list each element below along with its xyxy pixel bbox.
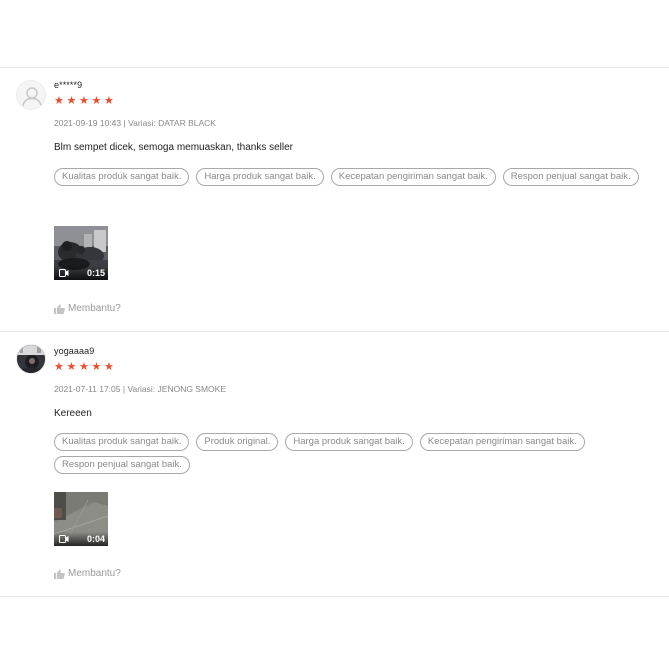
- variation-value: DATAR BLACK: [158, 118, 216, 128]
- review-tag: Harga produk sangat baik.: [285, 433, 413, 451]
- review-tag: Kecepatan pengiriman sangat baik.: [419, 433, 585, 451]
- star-icon: ★: [104, 360, 114, 373]
- video-duration: 0:04: [86, 534, 105, 544]
- reviewer-username[interactable]: e*****9: [54, 80, 82, 90]
- review-tag: Produk original.: [196, 433, 279, 451]
- star-icon: ★: [79, 360, 89, 373]
- helpful-label: Membantu?: [68, 568, 121, 579]
- review-tag: Kualitas produk sangat baik.: [54, 433, 190, 451]
- star-icon: ★: [54, 360, 64, 373]
- review-item: yogaaaa9 ★ ★ ★ ★ ★ 2021-07-11 17:05 | Va…: [0, 331, 669, 597]
- variation-label: Variasi:: [127, 384, 156, 394]
- reviewer-username[interactable]: yogaaaa9: [54, 346, 94, 356]
- review-tags: Kualitas produk sangat baik. Produk orig…: [54, 433, 654, 474]
- star-icon: ★: [79, 94, 89, 107]
- review-tag: Respon penjual sangat baik.: [54, 456, 190, 474]
- review-datetime: 2021-07-11 17:05: [54, 384, 121, 394]
- review-video-thumbnail[interactable]: 0:04: [54, 492, 108, 546]
- star-icon: ★: [66, 94, 77, 107]
- review-meta: 2021-09-19 10:43 | Variasi: DATAR BLACK: [54, 118, 216, 128]
- review-tag: Kecepatan pengiriman sangat baik.: [330, 168, 496, 186]
- user-avatar[interactable]: [16, 344, 46, 374]
- review-meta: 2021-07-11 17:05 | Variasi: JENONG SMOKE: [54, 384, 226, 394]
- variation-value: JENONG SMOKE: [157, 384, 227, 394]
- thumbs-up-icon: [54, 569, 65, 579]
- variation-label: Variasi:: [128, 118, 156, 128]
- review-tag: Kualitas produk sangat baik.: [54, 168, 190, 186]
- star-icon: ★: [91, 360, 102, 373]
- review-item: e*****9 ★ ★ ★ ★ ★ 2021-09-19 10:43 | Var…: [0, 67, 669, 331]
- star-icon: ★: [104, 94, 114, 107]
- video-camera-icon: [59, 269, 69, 277]
- star-icon: ★: [91, 94, 102, 107]
- default-avatar-icon[interactable]: [16, 80, 46, 110]
- rating-stars: ★ ★ ★ ★ ★: [54, 361, 116, 372]
- review-comment: Kereeen: [54, 408, 92, 419]
- review-tags: Kualitas produk sangat baik. Harga produ…: [54, 168, 654, 186]
- helpful-button[interactable]: Membantu?: [54, 568, 121, 579]
- star-icon: ★: [54, 94, 64, 107]
- review-video-thumbnail[interactable]: 0:15: [54, 226, 108, 280]
- review-comment: Blm sempet dicek, semoga memuaskan, than…: [54, 142, 293, 153]
- video-duration: 0:15: [86, 268, 105, 278]
- thumbs-up-icon: [54, 304, 65, 314]
- star-icon: ★: [66, 360, 77, 373]
- rating-stars: ★ ★ ★ ★ ★: [54, 95, 116, 106]
- review-datetime: 2021-09-19 10:43: [54, 118, 122, 128]
- helpful-label: Membantu?: [68, 303, 121, 314]
- avatar-photo: [17, 345, 45, 373]
- helpful-button[interactable]: Membantu?: [54, 303, 121, 314]
- video-camera-icon: [59, 535, 69, 543]
- review-tag: Harga produk sangat baik.: [196, 168, 324, 186]
- review-tag: Respon penjual sangat baik.: [502, 168, 639, 186]
